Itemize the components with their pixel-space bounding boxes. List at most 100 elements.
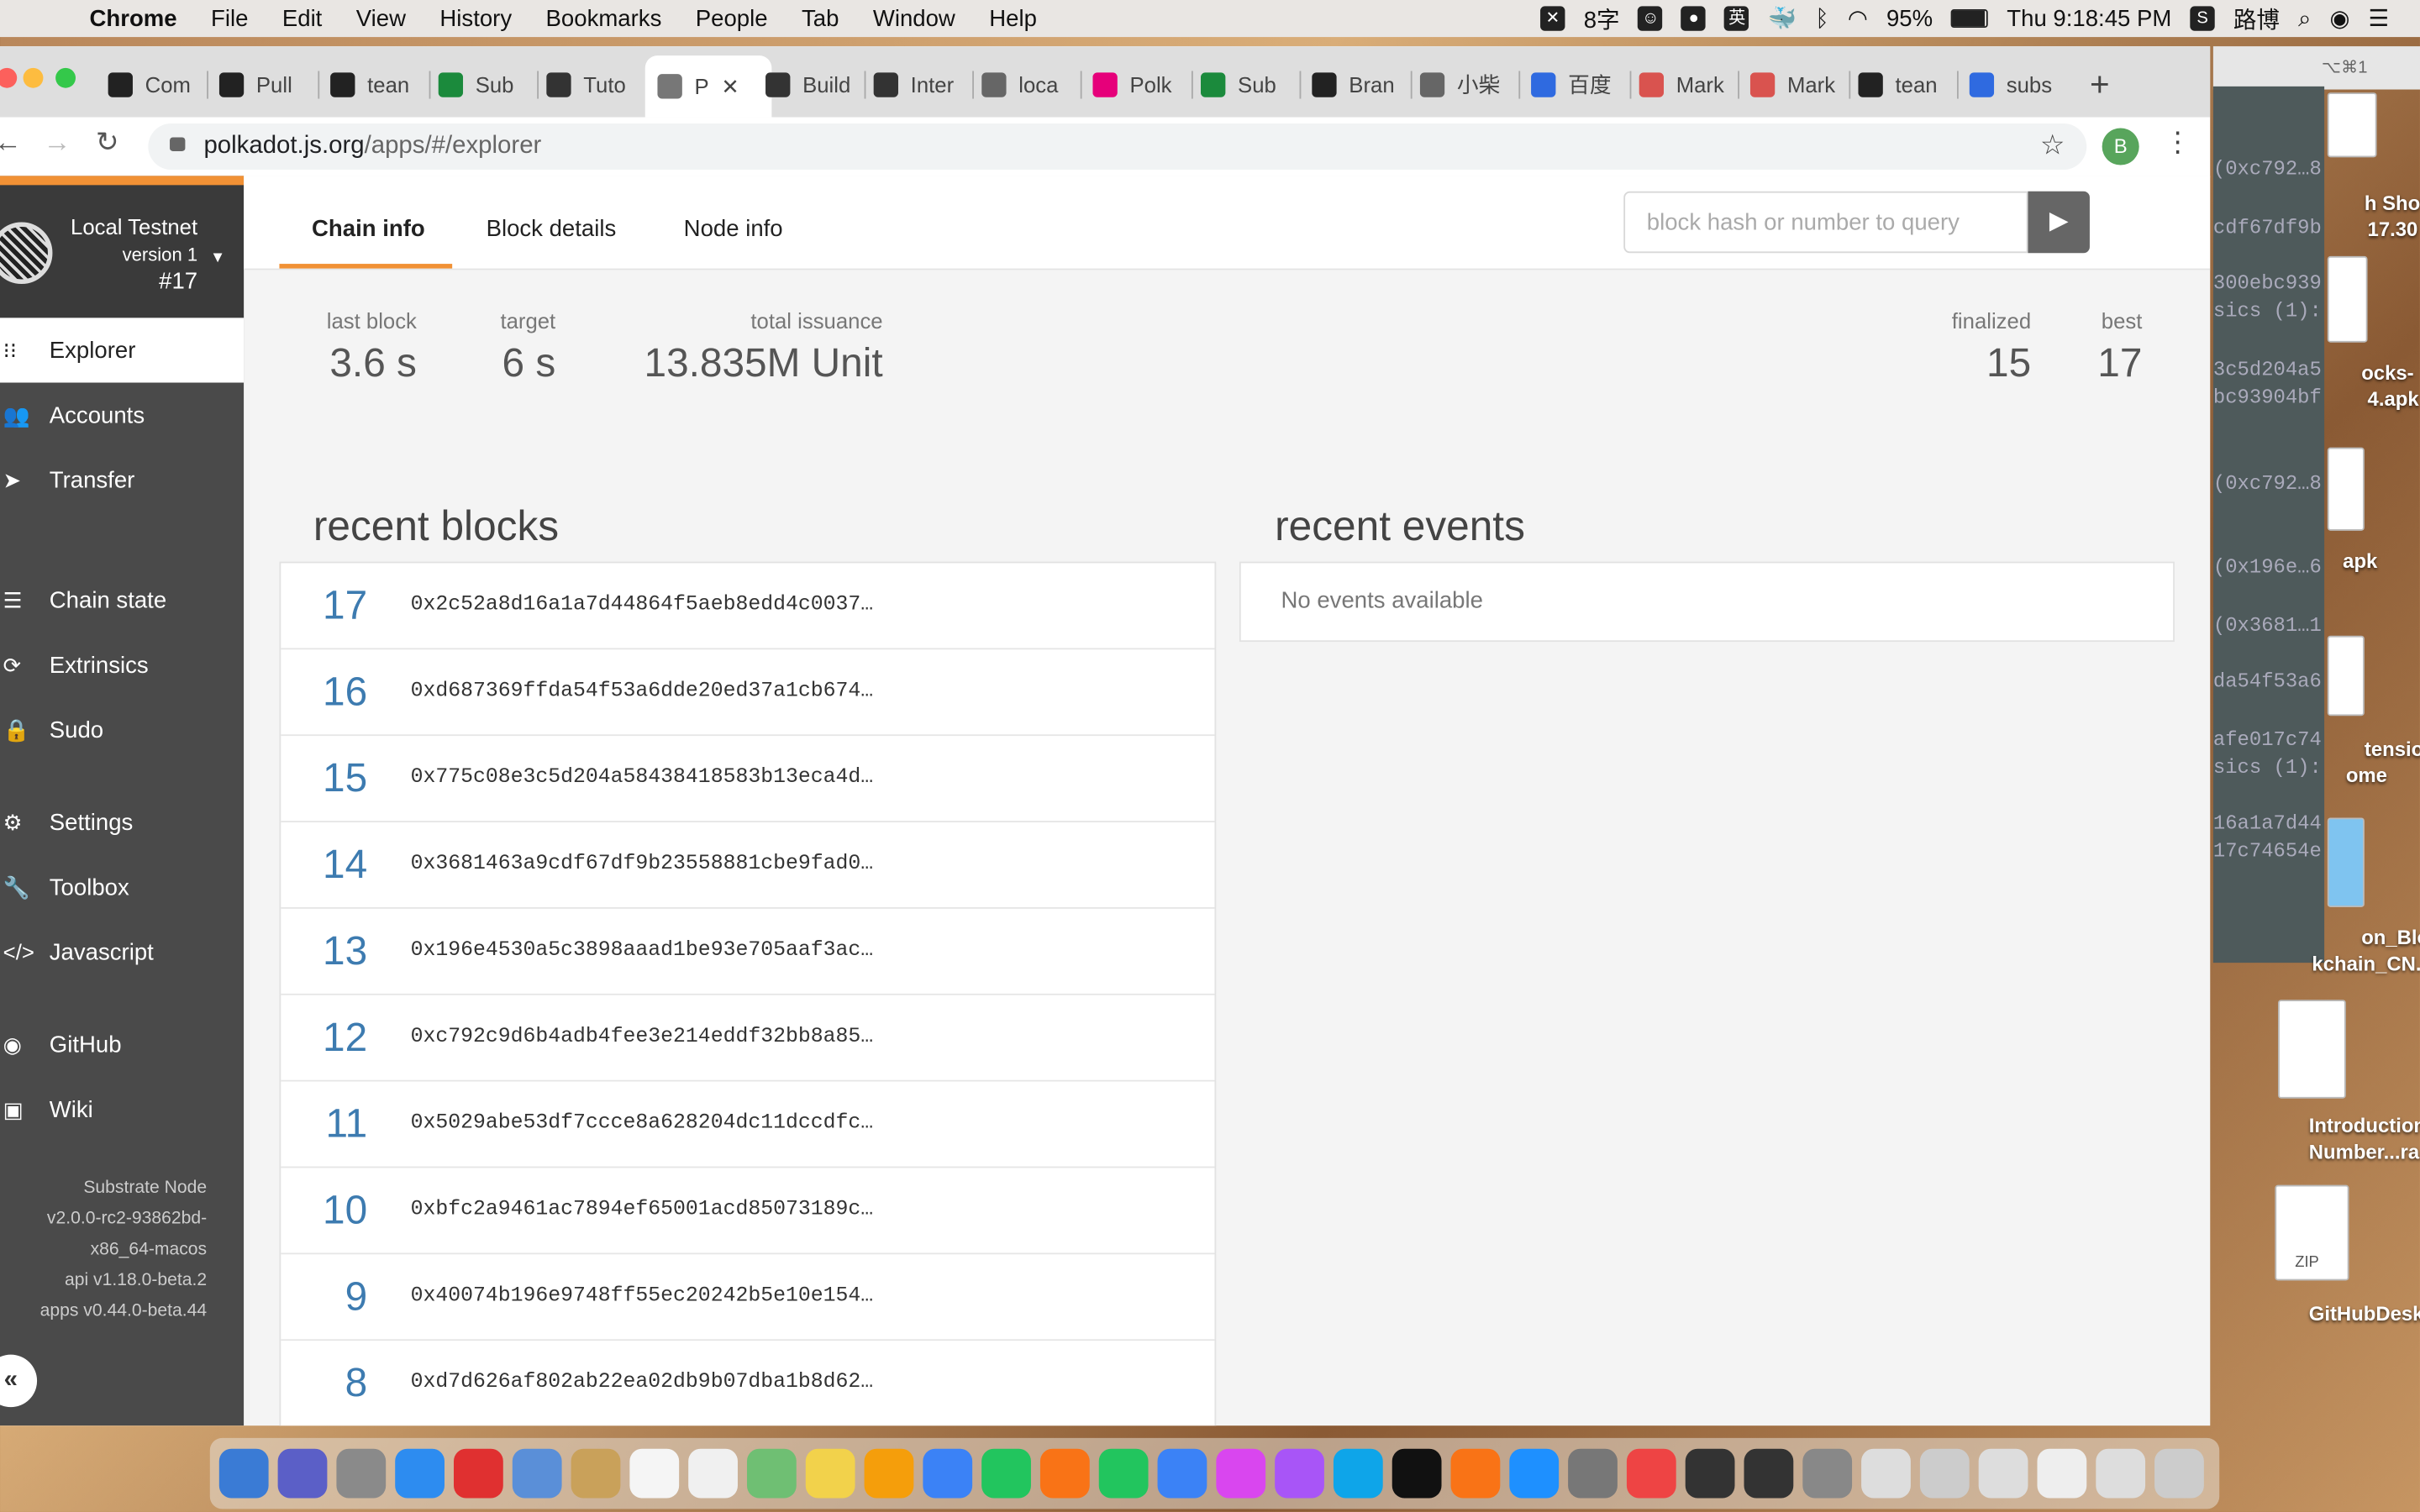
- bluetooth-icon[interactable]: ᛒ: [1815, 5, 1829, 31]
- browser-tab[interactable]: Tuto: [546, 59, 636, 111]
- close-tab-icon[interactable]: ✕: [721, 73, 739, 99]
- dock-app-icon[interactable]: [1626, 1448, 1676, 1499]
- dock-app-icon[interactable]: [1157, 1448, 1207, 1499]
- more-menu-icon[interactable]: ⋮: [2164, 127, 2191, 160]
- dock-app-icon[interactable]: [864, 1448, 914, 1499]
- block-hash[interactable]: 0xd7d626af802ab22ea02db9b07dba1b8d62…: [411, 1372, 874, 1395]
- dock-app-icon[interactable]: [923, 1448, 973, 1499]
- battery-percent[interactable]: 95%: [1886, 5, 1933, 31]
- minimize-window-button[interactable]: [23, 67, 44, 88]
- desktop-file-label[interactable]: ocks-: [2361, 361, 2413, 385]
- network-selector[interactable]: Local Testnet version 1 #17 ▼: [0, 185, 245, 318]
- dock-app-icon[interactable]: [2037, 1448, 2087, 1499]
- browser-tab[interactable]: 百度: [1531, 59, 1621, 111]
- dock-app-icon[interactable]: [1392, 1448, 1442, 1499]
- dock-app-icon[interactable]: [454, 1448, 503, 1499]
- block-hash[interactable]: 0xd687369ffda54f53a6dde20ed37a1cb674…: [411, 680, 874, 704]
- block-row[interactable]: 9 0x40074b196e9748ff55ec20242b5e10e154…: [281, 1254, 1215, 1341]
- desktop-file-label[interactable]: ome: [2346, 764, 2387, 787]
- tab-chain-info[interactable]: Chain info: [312, 216, 425, 242]
- browser-tab[interactable]: Sub: [1200, 59, 1291, 111]
- block-row[interactable]: 14 0x3681463a9cdf67df9b23558881cbe9fad0…: [281, 822, 1215, 909]
- block-row[interactable]: 10 0xbfc2a9461ac7894ef65001acd85073189c…: [281, 1168, 1215, 1255]
- dock-app-icon[interactable]: [1333, 1448, 1383, 1499]
- sidebar-item-accounts[interactable]: 👥 Accounts: [0, 383, 244, 448]
- sidebar-item-explorer[interactable]: ⁝⁝ Explorer: [0, 318, 245, 383]
- docker-icon[interactable]: 🐳: [1768, 5, 1797, 32]
- browser-tab[interactable]: Pull: [218, 59, 309, 111]
- dock-app-icon[interactable]: [1861, 1448, 1911, 1499]
- zoom-window-button[interactable]: [55, 67, 76, 88]
- tab-node-info[interactable]: Node info: [684, 216, 783, 242]
- browser-tab[interactable]: loca: [981, 59, 1071, 111]
- desktop-file-label[interactable]: on_Bloc: [2361, 926, 2420, 949]
- block-row[interactable]: 16 0xd687369ffda54f53a6dde20ed37a1cb674…: [281, 649, 1215, 737]
- notification-center-icon[interactable]: ☰: [2369, 5, 2390, 32]
- menu-people[interactable]: People: [696, 5, 768, 31]
- menu-app-chrome[interactable]: Chrome: [90, 5, 177, 31]
- dock-app-icon[interactable]: [1978, 1448, 2028, 1499]
- menu-history[interactable]: History: [439, 5, 512, 31]
- browser-tab[interactable]: Mark: [1639, 59, 1729, 111]
- sidebar-item-toolbox[interactable]: 🔧 Toolbox: [0, 855, 244, 920]
- sidebar-item-transfer[interactable]: ➤ Transfer: [0, 448, 244, 512]
- dock-app-icon[interactable]: [2154, 1448, 2204, 1499]
- block-query-input[interactable]: [1623, 191, 2028, 254]
- desktop-file-label[interactable]: kchain_CN.pdf: [2312, 952, 2420, 975]
- dock-app-icon[interactable]: [336, 1448, 387, 1499]
- block-number[interactable]: 15: [281, 754, 367, 802]
- block-hash[interactable]: 0xbfc2a9461ac7894ef65001acd85073189c…: [411, 1199, 874, 1222]
- browser-tab[interactable]: Inter: [873, 59, 964, 111]
- sidebar-item-settings[interactable]: ⚙ Settings: [0, 790, 244, 854]
- dock-app-icon[interactable]: [1098, 1448, 1149, 1499]
- wifi-icon[interactable]: ◠: [1848, 5, 1868, 32]
- block-row[interactable]: 15 0x775c08e3c5d204a58438418583b13eca4d…: [281, 736, 1215, 822]
- sidebar-item-wiki[interactable]: ▣ Wiki: [0, 1077, 244, 1142]
- sidebar-item-extrinsics[interactable]: ⟳ Extrinsics: [0, 633, 244, 697]
- block-row[interactable]: 17 0x2c52a8d16a1a7d44864f5aeb8edd4c0037…: [281, 563, 1215, 650]
- dock-app-icon[interactable]: [746, 1448, 797, 1499]
- file-icon[interactable]: [2327, 817, 2365, 907]
- browser-tab[interactable]: Polk: [1092, 59, 1182, 111]
- browser-tab[interactable]: subs: [1969, 59, 2060, 111]
- block-row[interactable]: 8 0xd7d626af802ab22ea02db9b07dba1b8d62…: [281, 1341, 1214, 1425]
- block-number[interactable]: 11: [281, 1100, 368, 1148]
- close-window-button[interactable]: [0, 67, 18, 88]
- block-hash[interactable]: 0x40074b196e9748ff55ec20242b5e10e154…: [411, 1285, 874, 1309]
- desktop-file-label[interactable]: h Shot: [2365, 192, 2420, 215]
- input-method-indicator[interactable]: 8字: [1584, 3, 1620, 35]
- chevron-down-icon[interactable]: ▼: [210, 250, 225, 267]
- desktop-file-label[interactable]: GitHubDesktop.zip: [2309, 1302, 2420, 1326]
- dock-app-icon[interactable]: [1685, 1448, 1735, 1499]
- menu-bookmarks[interactable]: Bookmarks: [546, 5, 662, 31]
- desktop-file-label[interactable]: Number...ra.pdf: [2309, 1140, 2420, 1163]
- desktop-file-label[interactable]: 4.apk: [2368, 387, 2419, 411]
- block-hash[interactable]: 0x775c08e3c5d204a58438418583b13eca4d…: [411, 767, 874, 790]
- dock-app-icon[interactable]: [1039, 1448, 1090, 1499]
- block-hash[interactable]: 0x2c52a8d16a1a7d44864f5aeb8edd4c0037…: [411, 594, 874, 617]
- dock-app-icon[interactable]: [395, 1448, 445, 1499]
- status-app-icon[interactable]: ✕: [1540, 6, 1565, 31]
- block-number[interactable]: 9: [281, 1273, 368, 1320]
- dock-app-icon[interactable]: [277, 1448, 328, 1499]
- sidebar-item-github[interactable]: ◉ GitHub: [0, 1012, 244, 1077]
- clock[interactable]: Thu 9:18:45 PM: [2007, 5, 2171, 31]
- query-submit-button[interactable]: ▶: [2028, 191, 2090, 254]
- block-row[interactable]: 12 0xc792c9d6b4adb4fee3e214eddf32bb8a85…: [281, 995, 1215, 1082]
- block-hash[interactable]: 0xc792c9d6b4adb4fee3e214eddf32bb8a85…: [411, 1026, 874, 1049]
- block-row[interactable]: 11 0x5029abe53df7ccce8a628204dc11dccdfc…: [281, 1082, 1215, 1168]
- tab-block-details[interactable]: Block details: [487, 216, 617, 242]
- block-number[interactable]: 12: [281, 1014, 367, 1062]
- sidebar-item-sudo[interactable]: 🔒 Sudo: [0, 697, 244, 762]
- block-number[interactable]: 8: [281, 1359, 368, 1407]
- browser-tab[interactable]: tean: [330, 59, 420, 111]
- browser-tab[interactable]: Com: [108, 59, 198, 111]
- dock-app-icon[interactable]: [629, 1448, 680, 1499]
- block-number[interactable]: 17: [281, 581, 367, 629]
- browser-tab[interactable]: Sub: [438, 59, 529, 111]
- user-name[interactable]: 路博: [2233, 3, 2280, 35]
- menu-help[interactable]: Help: [989, 5, 1037, 31]
- menu-file[interactable]: File: [211, 5, 248, 31]
- desktop-file-label[interactable]: 17.30 PM: [2368, 218, 2420, 241]
- block-number[interactable]: 13: [281, 927, 367, 975]
